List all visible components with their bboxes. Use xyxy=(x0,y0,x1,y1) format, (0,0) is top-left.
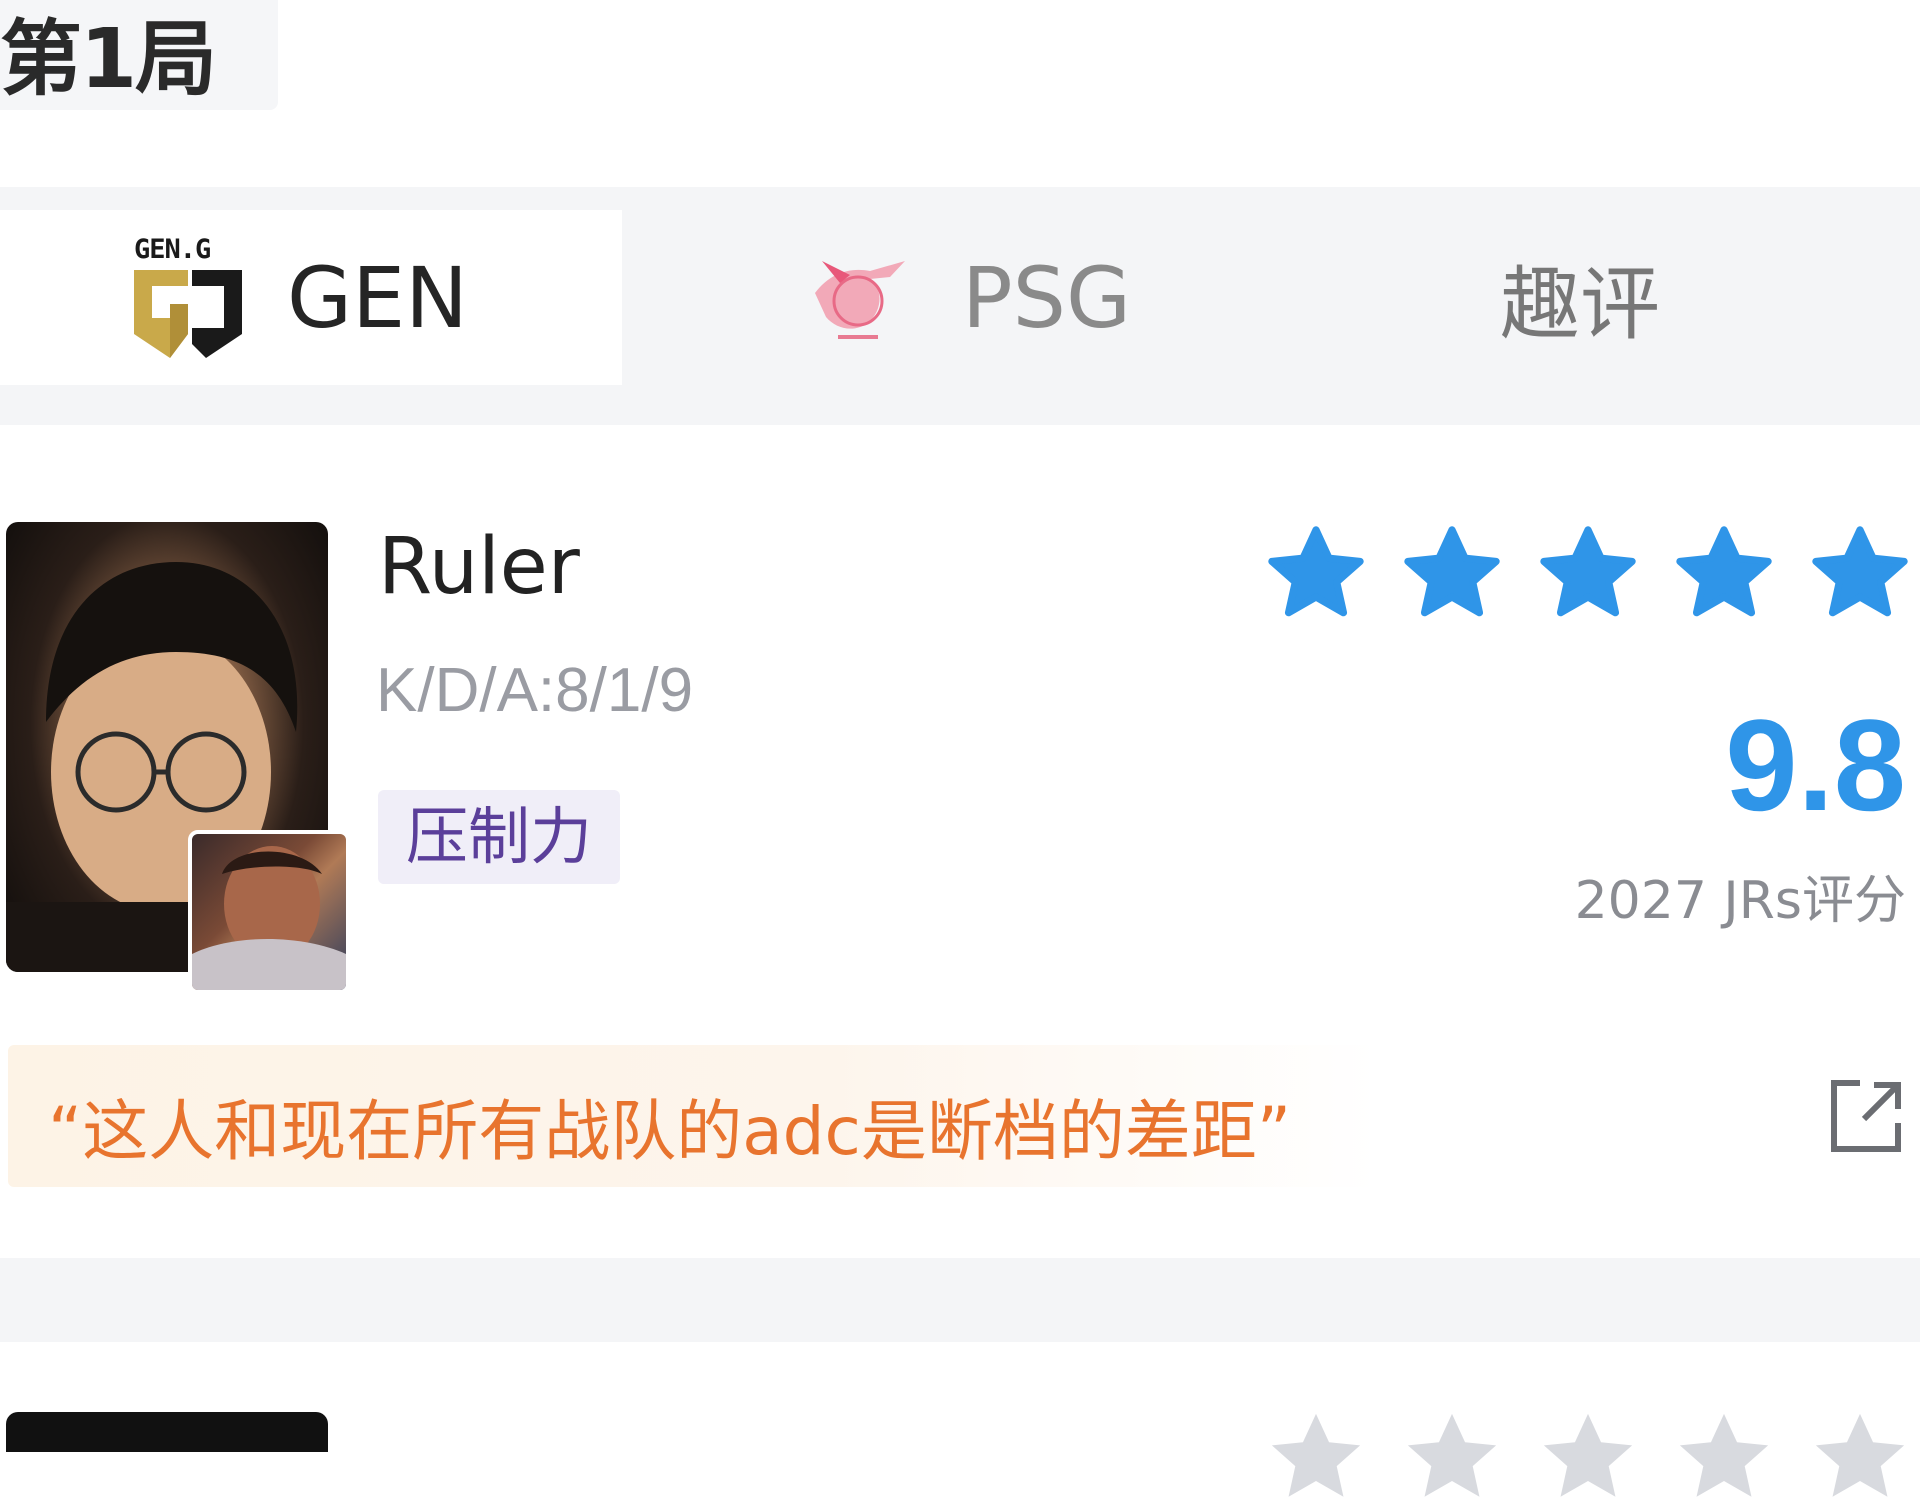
next-rating-stars[interactable] xyxy=(1262,1404,1914,1512)
section-divider xyxy=(0,1258,1920,1342)
game-tab[interactable]: 第1局 xyxy=(0,0,278,110)
champion-icon xyxy=(188,830,350,994)
game-label: 第1局 xyxy=(0,12,217,107)
tab-funny-review-label: 趣评 xyxy=(1500,257,1660,351)
star-icon[interactable] xyxy=(1670,1404,1778,1512)
rating-count: 2027 JRs评分 xyxy=(1574,871,1906,931)
star-icon[interactable] xyxy=(1398,1404,1506,1512)
player-score: 9.8 xyxy=(1725,692,1906,838)
next-player-avatar xyxy=(6,1412,328,1452)
star-icon[interactable] xyxy=(1806,1404,1914,1512)
star-icon[interactable] xyxy=(1398,520,1506,628)
tab-funny-review[interactable]: 趣评 xyxy=(1500,210,1830,385)
top-comment[interactable]: “这人和现在所有战队的adc是断档的差距” xyxy=(48,1078,1291,1174)
tab-gen[interactable]: GEN.G GEN xyxy=(0,210,622,385)
star-icon[interactable] xyxy=(1262,1404,1370,1512)
player-tag: 压制力 xyxy=(378,790,621,884)
tab-psg[interactable]: PSG xyxy=(760,210,1180,385)
player-name[interactable]: Ruler xyxy=(378,522,580,612)
geng-logo-icon: GEN.G xyxy=(130,234,245,362)
psg-logo-icon xyxy=(815,260,905,339)
team-tabbar: GEN.G GEN PSG 趣评 xyxy=(0,187,1920,425)
star-icon[interactable] xyxy=(1534,1404,1642,1512)
star-icon[interactable] xyxy=(1670,520,1778,628)
rating-stars[interactable] xyxy=(1262,520,1914,628)
player-kda: K/D/A:8/1/9 xyxy=(376,656,694,725)
star-icon[interactable] xyxy=(1534,520,1642,628)
share-icon[interactable] xyxy=(1828,1075,1904,1155)
star-icon[interactable] xyxy=(1806,520,1914,628)
tab-psg-label: PSG xyxy=(962,248,1132,347)
star-icon[interactable] xyxy=(1262,520,1370,628)
tab-gen-label: GEN xyxy=(287,248,469,347)
